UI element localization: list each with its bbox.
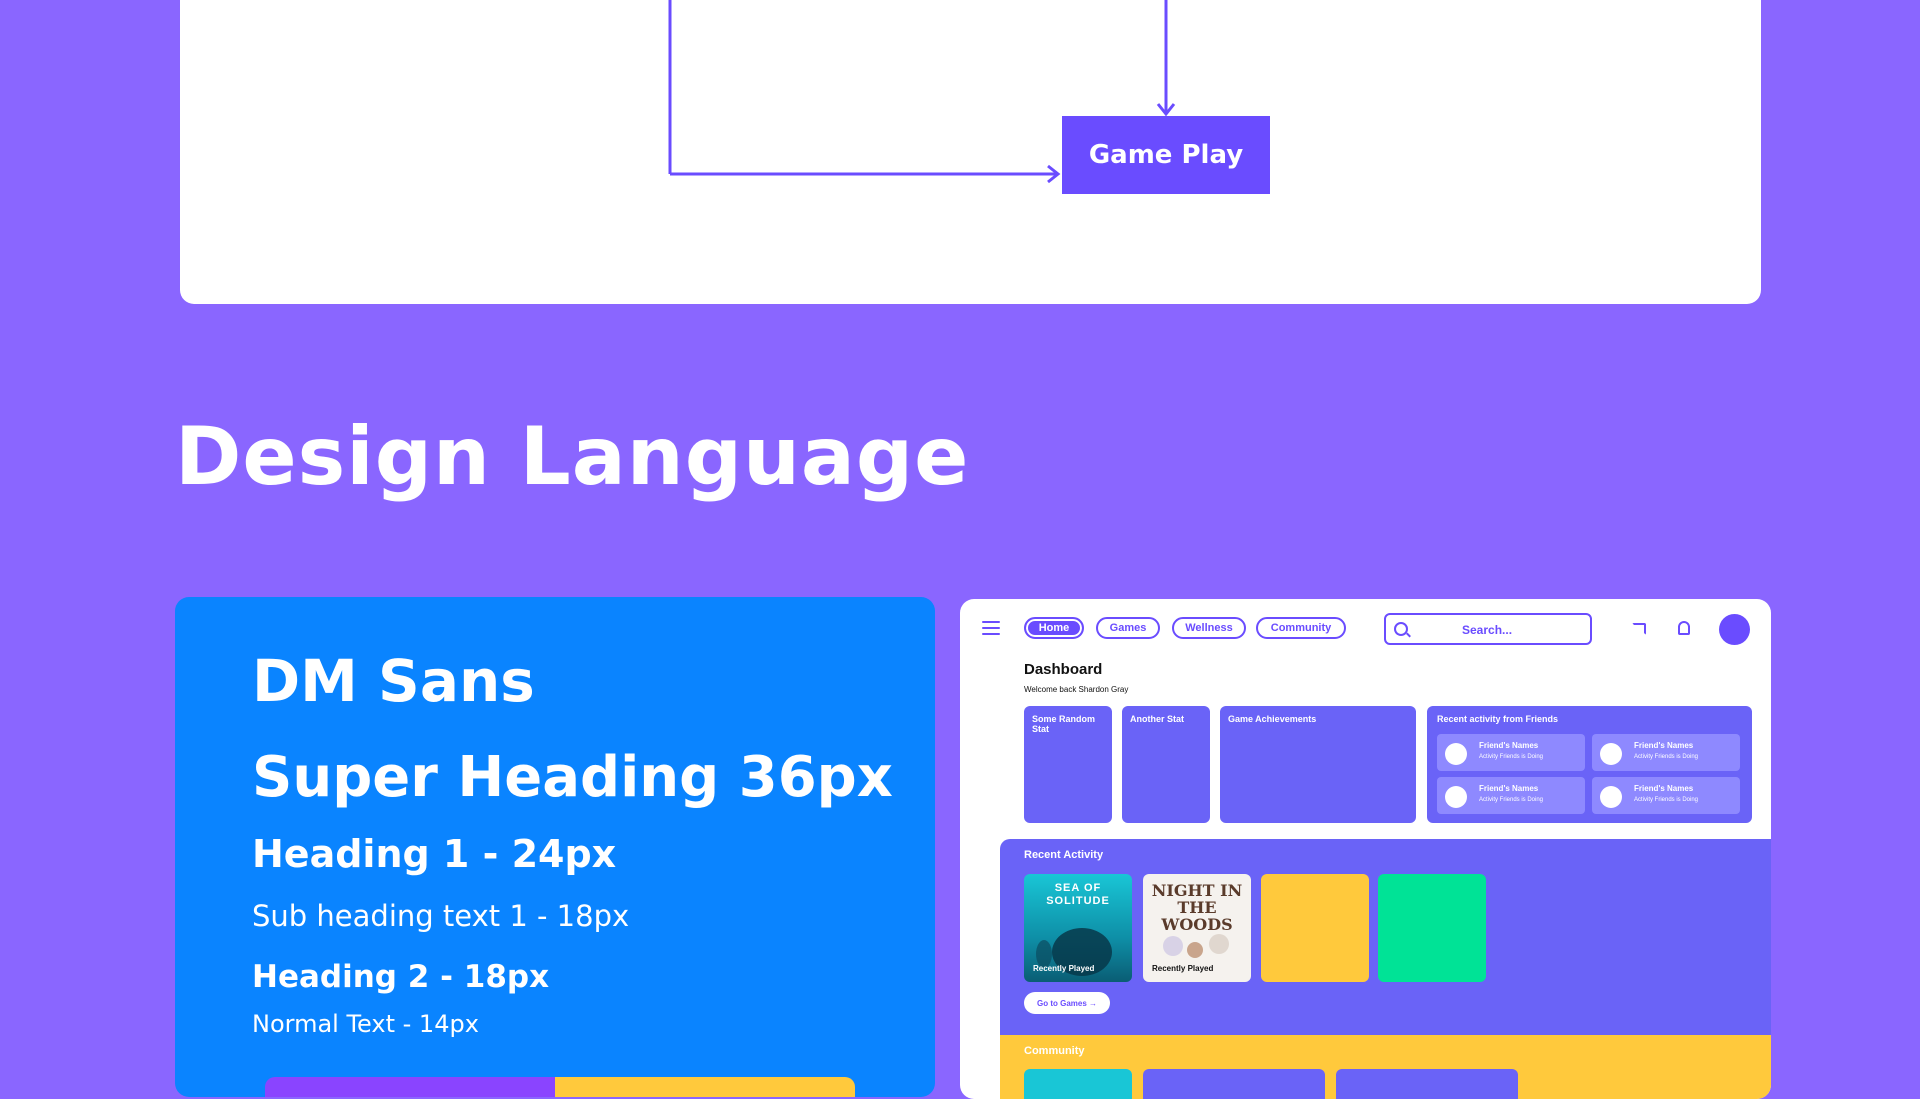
subheading-sample: Sub heading text 1 - 18px: [252, 899, 630, 933]
nav-pill-home[interactable]: Home: [1024, 617, 1084, 639]
stat-label: Game Achievements: [1228, 714, 1317, 724]
nav-pill-wellness[interactable]: Wellness: [1172, 617, 1246, 639]
heading2-sample: Heading 2 - 18px: [252, 959, 550, 995]
game-tile-night-in-the-woods[interactable]: NIGHT IN THE WOODS Recently Played: [1143, 874, 1251, 982]
recent-activity-title: Recent Activity: [1024, 849, 1104, 861]
font-name: DM Sans: [252, 647, 535, 715]
friend-item[interactable]: Friend's Names Activity Friends is Doing: [1592, 777, 1740, 814]
friend-name: Friend's Names: [1634, 741, 1694, 750]
flow-diagram-panel: Game Play: [180, 0, 1761, 304]
flow-connectors: [668, 0, 1176, 184]
recent-activity-section: Recent Activity SEA OF SOLITUDE Recently…: [1000, 839, 1771, 1035]
game-tile-sea-of-solitude[interactable]: SEA OF SOLITUDE Recently Played: [1024, 874, 1132, 982]
dashboard-title: Dashboard: [1024, 661, 1103, 678]
nav-pill-games[interactable]: Games: [1096, 617, 1160, 639]
color-swatch-purple: [265, 1077, 565, 1097]
friend-activity: Activity Friends is Doing: [1479, 754, 1544, 760]
go-to-games-button[interactable]: Go to Games →: [1024, 992, 1110, 1014]
stat-label: Some Random Stat: [1032, 714, 1096, 734]
friends-title: Recent activity from Friends: [1437, 714, 1559, 724]
friend-item[interactable]: Friend's Names Activity Friends is Doing: [1437, 734, 1585, 771]
community-card[interactable]: [1024, 1069, 1132, 1099]
friend-avatar: [1445, 743, 1467, 765]
game-tile-placeholder-green[interactable]: [1378, 874, 1486, 982]
friend-item[interactable]: Friend's Names Activity Friends is Doing: [1437, 777, 1585, 814]
friend-item[interactable]: Friend's Names Activity Friends is Doing: [1592, 734, 1740, 771]
stat-label: Another Stat: [1130, 714, 1184, 724]
dashboard-mockup: Home Games Wellness Community Search... …: [960, 599, 1771, 1099]
search-bar[interactable]: Search...: [1384, 613, 1592, 645]
heading1-sample: Heading 1 - 24px: [252, 832, 617, 876]
super-heading-sample: Super Heading 36px: [252, 745, 893, 810]
menu-icon[interactable]: [982, 621, 1000, 635]
normal-text-sample: Normal Text - 14px: [252, 1010, 479, 1038]
stat-card-achievements[interactable]: Game Achievements: [1220, 706, 1416, 823]
friend-avatar: [1600, 743, 1622, 765]
nav-pill-community[interactable]: Community: [1256, 617, 1346, 639]
welcome-text: Welcome back Shardon Gray: [1024, 685, 1129, 694]
tile-label: Recently Played: [1033, 964, 1095, 973]
search-placeholder: Search...: [1462, 623, 1513, 637]
stat-card-random[interactable]: Some Random Stat: [1024, 706, 1112, 823]
stat-card-another[interactable]: Another Stat: [1122, 706, 1210, 823]
friends-activity-card: Recent activity from Friends Friend's Na…: [1427, 706, 1752, 823]
section-title: Design Language: [175, 410, 970, 503]
community-card[interactable]: [1143, 1069, 1325, 1099]
friend-activity: Activity Friends is Doing: [1479, 797, 1544, 803]
friend-name: Friend's Names: [1479, 741, 1539, 750]
cast-icon[interactable]: [1632, 623, 1646, 635]
search-icon: [1394, 622, 1408, 636]
typography-card: DM Sans Super Heading 36px Heading 1 - 2…: [175, 597, 935, 1097]
friend-activity: Activity Friends is Doing: [1634, 797, 1699, 803]
avatar[interactable]: [1719, 614, 1750, 645]
friend-avatar: [1445, 786, 1467, 808]
tile-label: Recently Played: [1152, 964, 1214, 973]
community-card[interactable]: [1336, 1069, 1518, 1099]
color-swatch-yellow: [555, 1077, 855, 1097]
friend-activity: Activity Friends is Doing: [1634, 754, 1699, 760]
bell-icon[interactable]: [1678, 621, 1690, 635]
game-tile-placeholder-yellow[interactable]: [1261, 874, 1369, 982]
friend-name: Friend's Names: [1479, 784, 1539, 793]
friend-avatar: [1600, 786, 1622, 808]
community-title: Community: [1024, 1045, 1085, 1057]
community-section: Community: [1000, 1035, 1771, 1099]
flow-node-game-play: Game Play: [1062, 116, 1270, 194]
friend-name: Friend's Names: [1634, 784, 1694, 793]
